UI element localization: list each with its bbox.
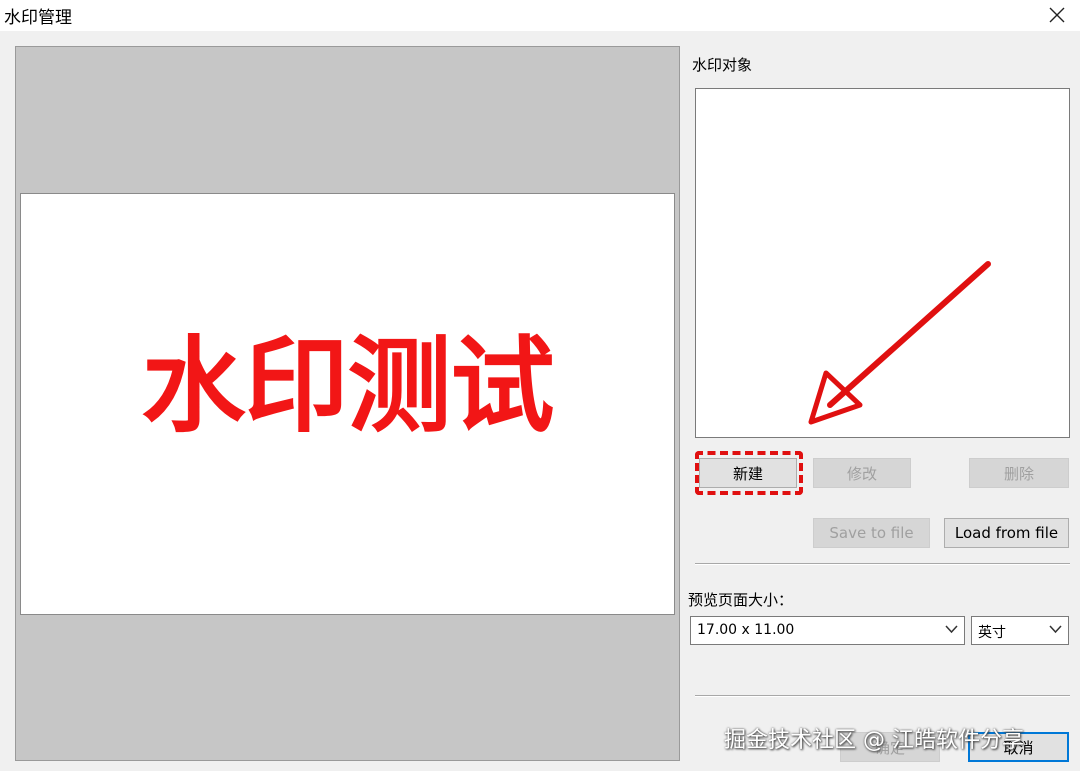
page-size-select[interactable]: 17.00 x 11.00 xyxy=(690,616,965,645)
separator-bottom xyxy=(695,695,1070,697)
separator-top xyxy=(695,563,1070,565)
new-button-highlight xyxy=(695,451,803,495)
page-size-value: 17.00 x 11.00 xyxy=(697,622,795,638)
unit-value: 英寸 xyxy=(978,625,1006,641)
load-from-file-button[interactable]: Load from file xyxy=(944,518,1069,548)
watermark-preview-text: 水印测试 xyxy=(141,325,554,447)
window-title: 水印管理 xyxy=(4,8,72,28)
close-button[interactable] xyxy=(1034,0,1080,31)
close-icon xyxy=(1049,7,1065,23)
annotation-arrow-icon xyxy=(808,261,991,425)
page-size-label: 预览页面大小： xyxy=(688,591,794,609)
save-to-file-button[interactable]: Save to file xyxy=(813,518,930,548)
delete-button[interactable]: 删除 xyxy=(969,458,1069,488)
watermark-objects-label: 水印对象 xyxy=(692,56,753,74)
title-bar: 水印管理 xyxy=(0,0,1080,31)
credit-watermark: 掘金技术社区 @ 江皓软件分享 xyxy=(724,728,1024,753)
chevron-down-icon xyxy=(945,625,958,634)
preview-page: 水印测试 xyxy=(20,193,675,615)
edit-button[interactable]: 修改 xyxy=(813,458,911,488)
unit-select[interactable]: 英寸 xyxy=(971,616,1069,645)
chevron-down-icon xyxy=(1049,625,1062,634)
